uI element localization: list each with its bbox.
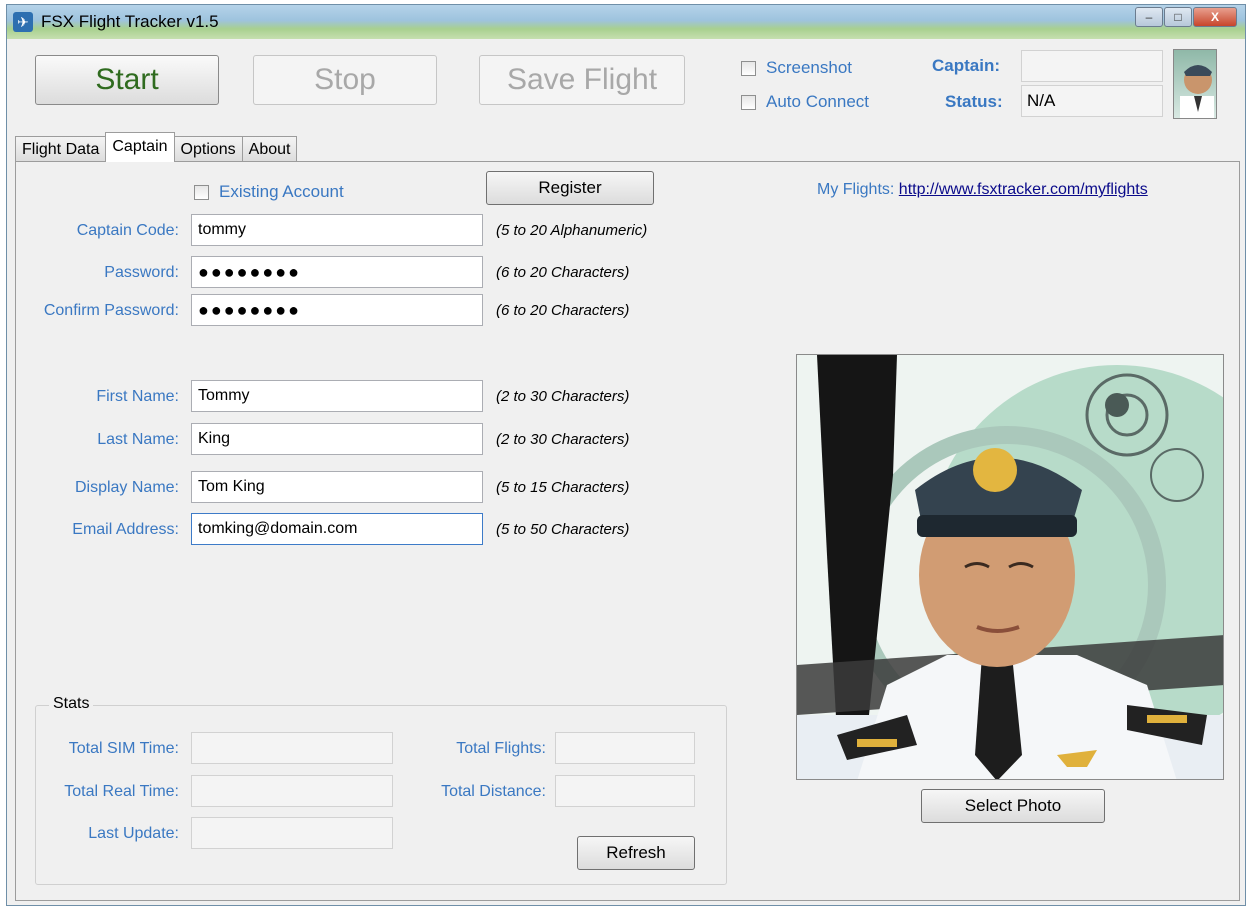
refresh-button[interactable]: Refresh [577, 836, 695, 870]
window-title: FSX Flight Tracker v1.5 [41, 12, 219, 31]
maximize-button[interactable]: □ [1164, 7, 1192, 27]
captain-avatar [1173, 49, 1217, 119]
minimize-button[interactable]: – [1135, 7, 1163, 27]
select-photo-button[interactable]: Select Photo [921, 789, 1105, 823]
total-distance-field [555, 775, 695, 807]
total-sim-time-label: Total SIM Time: [68, 740, 179, 757]
tab-flight-data[interactable]: Flight Data [15, 136, 107, 162]
last-name-hint: (2 to 30 Characters) [496, 431, 630, 448]
captain-code-label: Captain Code: [76, 222, 179, 239]
captain-code-hint: (5 to 20 Alphanumeric) [496, 222, 648, 239]
my-flights-row: My Flights: http://www.fsxtracker.com/my… [817, 181, 1148, 199]
stop-button[interactable]: Stop [253, 55, 437, 105]
my-flights-label: My Flights: [817, 181, 895, 198]
first-name-hint: (2 to 30 Characters) [496, 388, 630, 405]
total-distance-label: Total Distance: [441, 783, 546, 800]
auto-connect-label: Auto Connect [766, 92, 870, 111]
email-input[interactable]: tomking@domain.com [191, 513, 483, 545]
confirm-password-input[interactable]: ●●●●●●●● [191, 294, 483, 326]
airplane-icon: ✈ [13, 12, 33, 32]
display-name-hint: (5 to 15 Characters) [496, 479, 630, 496]
captain-avatar-image [1180, 65, 1214, 118]
total-flights-field [555, 732, 695, 764]
tab-captain[interactable]: Captain [105, 132, 175, 162]
status-label: Status: [945, 92, 1003, 111]
email-label: Email Address: [72, 521, 179, 538]
password-input[interactable]: ●●●●●●●● [191, 256, 483, 288]
register-button[interactable]: Register [486, 171, 654, 205]
tab-options[interactable]: Options [173, 136, 243, 162]
captain-portrait-image [797, 355, 1223, 779]
status-field: N/A [1021, 85, 1163, 117]
first-name-input[interactable]: Tommy [191, 380, 483, 412]
tab-strip: Flight Data Captain Options About [15, 132, 298, 162]
app-window: ✈ FSX Flight Tracker v1.5 – □ X Start St… [6, 4, 1246, 906]
display-name-input[interactable]: Tom King [191, 471, 483, 503]
tab-about[interactable]: About [241, 136, 298, 162]
close-button[interactable]: X [1193, 7, 1237, 27]
screenshot-label: Screenshot [766, 58, 852, 77]
title-bar[interactable]: ✈ FSX Flight Tracker v1.5 – □ X [7, 5, 1245, 39]
captain-field [1021, 50, 1163, 82]
email-hint: (5 to 50 Characters) [496, 521, 630, 538]
confirm-password-hint: (6 to 20 Characters) [496, 302, 630, 319]
window-controls: – □ X [1134, 7, 1237, 29]
display-name-label: Display Name: [74, 479, 179, 496]
last-update-label: Last Update: [88, 825, 179, 842]
password-label: Password: [104, 264, 179, 281]
existing-account-label: Existing Account [219, 182, 344, 201]
stats-title: Stats [49, 695, 94, 713]
screenshot-checkbox[interactable] [741, 60, 756, 76]
existing-account-option[interactable]: Existing Account [194, 182, 344, 202]
total-real-time-field [191, 775, 393, 807]
screenshot-option[interactable]: Screenshot [741, 58, 852, 78]
auto-connect-checkbox[interactable] [741, 94, 756, 110]
password-hint: (6 to 20 Characters) [496, 264, 630, 281]
captain-label: Captain: [932, 56, 1000, 75]
last-update-field [191, 817, 393, 849]
save-flight-button[interactable]: Save Flight [479, 55, 685, 105]
captain-code-input[interactable]: tommy [191, 214, 483, 246]
confirm-password-label: Confirm Password: [43, 302, 179, 319]
last-name-label: Last Name: [97, 431, 179, 448]
start-button[interactable]: Start [35, 55, 219, 105]
total-real-time-label: Total Real Time: [64, 783, 179, 800]
auto-connect-option[interactable]: Auto Connect [741, 92, 869, 112]
captain-photo [796, 354, 1224, 780]
total-sim-time-field [191, 732, 393, 764]
first-name-label: First Name: [96, 388, 179, 405]
my-flights-link[interactable]: http://www.fsxtracker.com/myflights [899, 181, 1148, 198]
existing-account-checkbox[interactable] [194, 184, 209, 200]
total-flights-label: Total Flights: [456, 740, 546, 757]
last-name-input[interactable]: King [191, 423, 483, 455]
